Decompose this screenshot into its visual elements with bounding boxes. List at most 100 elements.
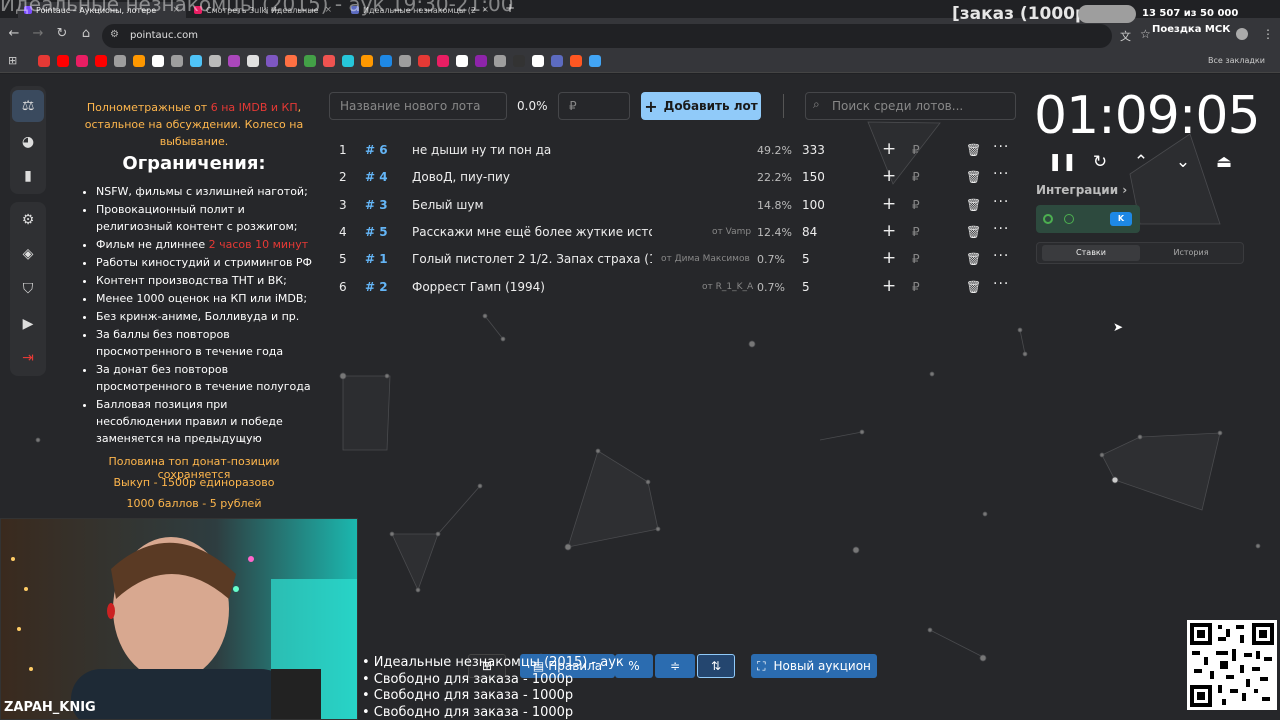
new-lot-name-input[interactable]: Название нового лота	[329, 92, 507, 120]
add-bid-icon[interactable]: +	[882, 166, 896, 186]
more-icon[interactable]: ···	[993, 194, 1009, 210]
add-bid-icon[interactable]: +	[882, 276, 896, 296]
lot-row[interactable]: 6 # 2 Форрест Гамп (1994) 0.7% 5 от R_1_K_A + ₽…	[329, 274, 1015, 301]
bookmark-favicon-icon[interactable]	[399, 55, 411, 67]
bookmark-favicon-icon[interactable]	[361, 55, 373, 67]
bookmark-favicon-icon[interactable]	[38, 55, 50, 67]
lot-row[interactable]: 4 # 5 Расскажи мне ещё более жуткие истори…	[329, 219, 1015, 246]
add-bid-icon[interactable]: +	[882, 139, 896, 159]
bookmark-favicon-icon[interactable]	[475, 55, 487, 67]
more-icon[interactable]: ···	[993, 166, 1009, 182]
sidebar-auction-icon[interactable]: ⚖	[12, 90, 44, 122]
lot-row[interactable]: 1 # 6 не дыши ну ти пон да 49.2% 333 + ₽ 🗑 ···	[329, 137, 1015, 164]
trash-icon[interactable]: 🗑	[966, 280, 981, 294]
ruble-icon[interactable]: ₽	[912, 143, 920, 157]
sidebar-shield-icon[interactable]: ⛉	[12, 273, 44, 305]
lot-name[interactable]: Расскажи мне ещё более жуткие истории (2…	[412, 225, 652, 239]
site-info-icon[interactable]: ⚙	[110, 29, 119, 40]
reset-timer-icon[interactable]: ↻	[1089, 152, 1111, 172]
bookmark-favicon-icon[interactable]	[323, 55, 335, 67]
sidebar-settings-icon[interactable]: ⚙	[12, 204, 44, 236]
twitch-status-icon[interactable]	[1043, 214, 1053, 224]
bookmark-favicon-icon[interactable]	[57, 55, 69, 67]
sidebar-stats-icon[interactable]: ▮	[12, 160, 44, 192]
lot-name[interactable]: ДовоД, пиу-пиу	[412, 170, 510, 184]
menu-icon[interactable]: ⋮	[1262, 27, 1274, 41]
lot-name[interactable]: Голый пистолет 2 1/2. Запах страха (199	[412, 252, 652, 266]
lot-name[interactable]: Форрест Гамп (1994)	[412, 280, 545, 294]
lot-row[interactable]: 5 # 1 Голый пистолет 2 1/2. Запах страха (…	[329, 246, 1015, 273]
apps-icon[interactable]: ⊞	[8, 54, 17, 67]
add-bid-icon[interactable]: +	[882, 221, 896, 241]
integrations-link[interactable]: Интеграции ›	[1036, 183, 1127, 197]
bookmark-favicon-icon[interactable]	[133, 55, 145, 67]
lot-row[interactable]: 3 # 3 Белый шум 14.8% 100 + ₽ 🗑 ···	[329, 192, 1015, 219]
tab-bets[interactable]: Ставки	[1042, 245, 1140, 261]
lot-search-input[interactable]: Поиск среди лотов...	[805, 92, 1016, 120]
bookmark-favicon-icon[interactable]	[247, 55, 259, 67]
bookmark-favicon-icon[interactable]	[95, 55, 107, 67]
reload-icon[interactable]: ↻	[54, 26, 70, 41]
donation-status-icon[interactable]	[1064, 214, 1074, 224]
add-lot-button[interactable]: + Добавить лот	[641, 92, 761, 120]
bookmark-favicon-icon[interactable]	[513, 55, 525, 67]
more-icon[interactable]: ···	[993, 248, 1009, 264]
ruble-icon[interactable]: ₽	[912, 252, 920, 266]
new-auction-button[interactable]: ⛶ Новый аукцион	[751, 654, 877, 678]
trash-icon[interactable]: 🗑	[966, 252, 981, 266]
trash-icon[interactable]: 🗑	[966, 170, 981, 184]
add-bid-icon[interactable]: +	[882, 248, 896, 268]
ruble-icon[interactable]: ₽	[912, 280, 920, 294]
bookmark-favicon-icon[interactable]	[570, 55, 582, 67]
bookmark-favicon-icon[interactable]	[171, 55, 183, 67]
ruble-icon[interactable]: ₽	[912, 170, 920, 184]
tab-history[interactable]: История	[1142, 245, 1240, 261]
forward-icon[interactable]: →	[30, 26, 46, 41]
bookmark-favicon-icon[interactable]	[209, 55, 221, 67]
add-bid-icon[interactable]: +	[882, 194, 896, 214]
profile-avatar[interactable]	[1236, 28, 1248, 40]
double-chevron-up-icon[interactable]: ⏏	[1213, 152, 1235, 172]
chevron-down-icon[interactable]: ⌄	[1172, 152, 1194, 172]
sort-button[interactable]: ⇅	[697, 654, 735, 678]
address-bar[interactable]: pointauc.com	[102, 24, 1112, 48]
chevron-up-icon[interactable]: ⌃	[1130, 152, 1152, 172]
bookmark-favicon-icon[interactable]	[494, 55, 506, 67]
sidebar-video-icon[interactable]: ▶	[12, 308, 44, 340]
home-icon[interactable]: ⌂	[78, 26, 94, 41]
bookmark-favicon-icon[interactable]	[418, 55, 430, 67]
new-lot-amount-input[interactable]: ₽	[558, 92, 630, 120]
bookmark-favicon-icon[interactable]	[532, 55, 544, 67]
bookmark-favicon-icon[interactable]	[342, 55, 354, 67]
bookmark-favicon-icon[interactable]	[285, 55, 297, 67]
vk-icon[interactable]: K	[1110, 212, 1132, 226]
bookmark-favicon-icon[interactable]	[304, 55, 316, 67]
bookmark-favicon-icon[interactable]	[551, 55, 563, 67]
trash-icon[interactable]: 🗑	[966, 143, 981, 157]
sidebar-logout-icon[interactable]: ⇥	[12, 342, 44, 374]
bookmark-favicon-icon[interactable]	[114, 55, 126, 67]
bookmark-favicon-icon[interactable]	[190, 55, 202, 67]
translate-icon[interactable]: 文	[1120, 28, 1131, 44]
bookmark-favicon-icon[interactable]	[456, 55, 468, 67]
more-icon[interactable]: ···	[993, 221, 1009, 237]
trash-icon[interactable]: 🗑	[966, 225, 981, 239]
more-icon[interactable]: ···	[993, 139, 1009, 155]
pause-icon[interactable]: ❚❚	[1048, 152, 1077, 172]
bookmark-favicon-icon[interactable]	[437, 55, 449, 67]
all-bookmarks[interactable]: Все закладки	[1208, 56, 1265, 65]
bookmark-favicon-icon[interactable]	[380, 55, 392, 67]
sidebar-layers-icon[interactable]: ◈	[12, 238, 44, 270]
ruble-icon[interactable]: ₽	[912, 225, 920, 239]
sidebar-wheel-icon[interactable]: ◕	[12, 126, 44, 158]
lot-row[interactable]: 2 # 4 ДовоД, пиу-пиу 22.2% 150 + ₽ 🗑 ···	[329, 164, 1015, 191]
bookmark-favicon-icon[interactable]	[266, 55, 278, 67]
align-button[interactable]: ≑	[655, 654, 695, 678]
bookmark-favicon-icon[interactable]	[589, 55, 601, 67]
bookmark-favicon-icon[interactable]	[76, 55, 88, 67]
back-icon[interactable]: ←	[6, 26, 22, 41]
ruble-icon[interactable]: ₽	[912, 198, 920, 212]
more-icon[interactable]: ···	[993, 276, 1009, 292]
lot-name[interactable]: не дыши ну ти пон да	[412, 143, 551, 157]
star-icon[interactable]: ☆	[1140, 27, 1151, 41]
